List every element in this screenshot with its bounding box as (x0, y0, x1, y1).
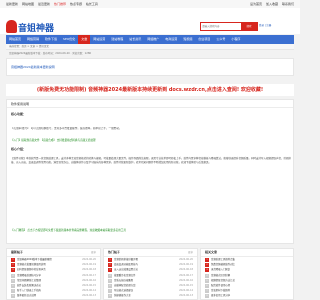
site-header: 音姐神器 搜索 登录 | 注册 (0, 8, 300, 34)
top-link[interactable]: 网站地图 (22, 2, 34, 6)
more-link[interactable]: 更多 (188, 249, 193, 256)
list-item-title[interactable]: 音质无损压缩教程 (114, 279, 133, 282)
list-item-title[interactable]: 音姐神器2024版本下载最新教程 (17, 258, 52, 261)
nav-item[interactable]: 公众号 (213, 35, 228, 44)
list-item-title[interactable]: 音频处理工具推荐合集 (211, 258, 235, 261)
list-columns: 最新帖子 更多 1 音姐神器2024版本下载最新教程 2024-06-20 2 音频格式批量… (6, 248, 294, 300)
article-meta: 音姐神器2024最新版本下载 · 发布时间：2024-06-20 · 浏览次数：… (9, 52, 92, 55)
top-right-links: 设为首页 加入收藏 联系我们 (247, 2, 294, 6)
title-card: 音姐神器2024最新版本更新说明 (6, 58, 294, 76)
list-column-title: 相关文章 (201, 249, 293, 257)
section-title: 核心介绍： (11, 147, 27, 151)
top-link[interactable]: 最近更新 (38, 2, 50, 6)
list-item-title[interactable]: 版本更新日志说明 (17, 294, 36, 297)
list-item-title[interactable]: 导出格式选择建议 (114, 289, 133, 292)
logo-name: 音姐神器 (18, 24, 55, 34)
nav-item[interactable]: 创业项目 (195, 35, 213, 44)
list-column: 最新帖子 更多 1 音姐神器2024版本下载最新教程 2024-06-20 2 音频格式批量… (6, 248, 101, 300)
site-logo[interactable]: 音姐神器 (6, 20, 54, 34)
list-item[interactable]: 8 更多实用工具分享 (201, 293, 293, 299)
nav-item[interactable]: 小程序 (228, 35, 243, 44)
promo-banner[interactable]: (新版免费无功能限制) 音频神器2024最新版本持续更新到 docs.wzdr.… (6, 84, 294, 96)
highlight-link[interactable]: 【入门】提取到音频文件 【音频合成】 支持批量格式转换与音频无损处理 (11, 138, 289, 142)
rank-badge: 8 (11, 294, 15, 299)
list-item-title[interactable]: 软件安装失败解决办法 (17, 284, 41, 287)
list-item-date: 2024-06-13 (179, 294, 193, 298)
top-link[interactable]: 热点专题 (70, 2, 82, 6)
list-item[interactable]: 8 快捷键操作大全 2024-06-13 (104, 293, 197, 299)
nav-item[interactable]: 电商运营 (162, 35, 180, 44)
content-header: 软件使用说明 (7, 100, 293, 108)
rank-badge: 8 (205, 294, 209, 299)
breadcrumb: 当前位置：首页 > 文章 > 资讯正文 (6, 44, 294, 50)
top-links: 最新更新 网站地图 最近更新 热门推荐 热点专题 站长工具 (6, 2, 101, 6)
highlight-link[interactable]: 【入门教程】 点击下方按钮即可免费下载最新版本并查看完整教程，欢迎收藏本站获取更… (11, 228, 289, 232)
nav-item[interactable]: 建站教程 (108, 35, 126, 44)
top-right-link[interactable]: 联系我们 (282, 2, 294, 6)
nav-item[interactable]: 网站运营 (90, 35, 108, 44)
main-nav: 网站首页 网络营销 软件下载 SEO优化 文章 网站运营 建站教程 站长资讯 网络推广 电商运营短… (6, 35, 294, 44)
login-register-link[interactable]: 登录 | 注册 (259, 23, 271, 27)
nav-item[interactable]: 短视频 (180, 35, 195, 44)
logo-mark-icon (6, 20, 17, 33)
top-link[interactable]: 站长工具 (86, 2, 98, 6)
nav-item[interactable]: 网络营销 (24, 35, 42, 44)
nav-item[interactable]: 网络推广 (144, 35, 162, 44)
list-item-title[interactable]: 自媒体配音处理方案 (114, 284, 136, 287)
nav-item[interactable]: 文章 (78, 35, 91, 44)
list-item-title[interactable]: 视频提取音频方法汇总 (211, 279, 235, 282)
list-item-title[interactable]: 音效素材下载推荐 (211, 289, 230, 292)
list-item-title[interactable]: 录音降噪入门知识 (211, 268, 230, 271)
card-title[interactable]: 音姐神器2024最新版本更新说明 (11, 65, 55, 69)
list-title-text: 相关文章 (205, 250, 218, 254)
top-link-hot[interactable]: 热门推荐 (54, 2, 66, 6)
more-link[interactable]: 更多 (91, 249, 96, 256)
nav-item[interactable]: 站长资讯 (126, 35, 144, 44)
nav-item[interactable]: 网站首页 (6, 35, 24, 44)
list-column-title: 热门帖子 更多 (104, 249, 197, 257)
article-content: 软件使用说明 核心功能： 【无限Ip/账号】 可以无限切换账号，支持多平台批量操… (6, 99, 294, 244)
list-item-title[interactable]: 如何提取视频中的背景声音 (17, 268, 46, 271)
paragraph: 【无限Ip/账号】 可以无限切换账号，支持多平台批量操作，提高效率，简单易上手，… (11, 127, 122, 130)
list-item-title[interactable]: 配音软件使用心得 (211, 284, 230, 287)
list-column-title: 最新帖子 更多 (7, 249, 100, 257)
top-link[interactable]: 最新更新 (6, 2, 18, 6)
list-column: 热门帖子 更多 1 音频剪辑拼接详细步骤 2024-06-20 2 变速变调功能使用技巧 20… (103, 248, 198, 300)
list-item[interactable]: 8 版本更新日志说明 2024-06-13 (7, 293, 100, 299)
top-right-link[interactable]: 加入收藏 (266, 2, 278, 6)
list-item-title[interactable]: 音频降噪处理技巧分享 (17, 274, 41, 277)
rank-badge: 8 (108, 294, 112, 299)
list-item-title[interactable]: 变速变调功能使用技巧 (114, 263, 138, 266)
list-column: 相关文章 1 音频处理工具推荐合集 2 免费音频编辑软件对比 3 录音降噪入门知识 4 音频格式… (200, 248, 294, 300)
list-item-title[interactable]: 免费音频编辑软件对比 (211, 263, 235, 266)
list-title-text: 最新帖子 (11, 250, 24, 254)
list-item-title[interactable]: 新手入门快速上手指南 (17, 289, 41, 292)
nav-item[interactable]: SEO优化 (60, 35, 78, 44)
list-item-title[interactable]: 音频格式区别详解 (211, 274, 230, 277)
list-item-title[interactable]: 更多实用工具分享 (211, 294, 230, 297)
nav-item[interactable]: 软件下载 (42, 35, 60, 44)
search-box: 搜索 (200, 22, 258, 31)
section-title: 核心功能： (11, 112, 27, 116)
list-item-title[interactable]: 快捷键操作大全 (114, 294, 131, 297)
list-item-date: 2024-06-13 (82, 294, 96, 298)
list-title-text: 热门帖子 (108, 250, 121, 254)
paragraph: 【软件功能】本款软件是一款音频处理工具，支持多种主流音频格式的转换与编辑，可批量… (11, 157, 292, 165)
list-item-title[interactable]: 批量重命名音频文件 (114, 274, 136, 277)
list-item-title[interactable]: 淡入淡出效果设置方法 (114, 268, 138, 271)
list-item-title[interactable]: 音频格式批量转换使用说明 (17, 263, 46, 266)
search-input[interactable] (202, 23, 240, 29)
search-button[interactable]: 搜索 (241, 23, 257, 30)
top-right-link[interactable]: 设为首页 (250, 2, 262, 6)
list-item-title[interactable]: 音频剪辑拼接详细步骤 (114, 258, 138, 261)
list-item-title[interactable]: 常见问题解答汇总整理 (17, 279, 41, 282)
